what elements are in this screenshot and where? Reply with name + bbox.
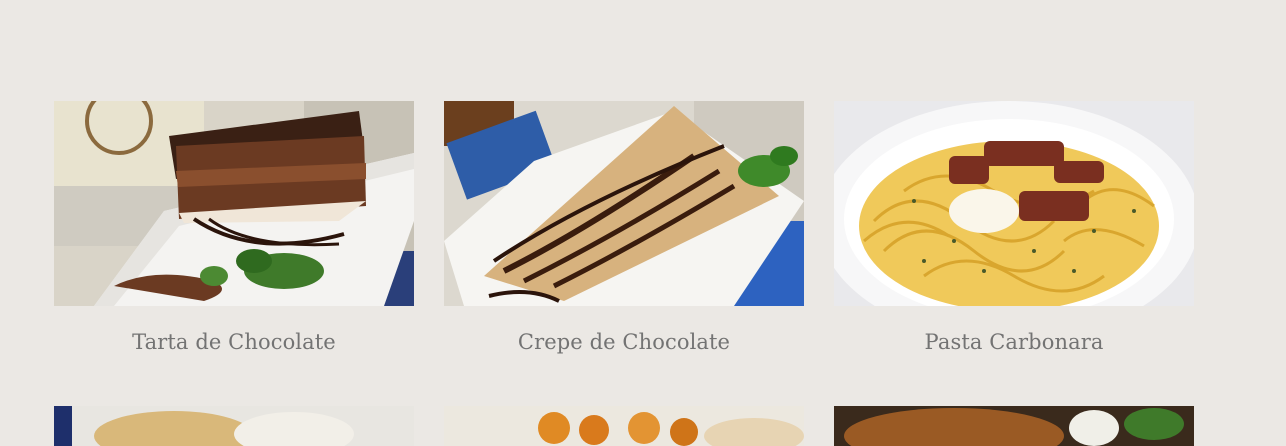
dish-title[interactable]: Pasta Carbonara [834, 306, 1194, 406]
menu-card[interactable] [54, 406, 414, 446]
dish-photo[interactable] [444, 406, 804, 446]
menu-card[interactable]: Crepe de Chocolate [444, 101, 804, 406]
dish-photo[interactable] [54, 406, 414, 446]
menu-card[interactable] [444, 406, 804, 446]
dish-photo[interactable] [834, 101, 1194, 306]
menu-card[interactable] [834, 406, 1194, 446]
dish-photo[interactable] [444, 101, 804, 306]
menu-grid: Tarta de Chocolate Crepe de Chocolate Pa… [54, 101, 1194, 446]
dish-photo[interactable] [54, 101, 414, 306]
menu-card[interactable]: Tarta de Chocolate [54, 101, 414, 406]
dish-title[interactable]: Crepe de Chocolate [444, 306, 804, 406]
menu-card[interactable]: Pasta Carbonara [834, 101, 1194, 406]
dish-photo[interactable] [834, 406, 1194, 446]
dish-title[interactable]: Tarta de Chocolate [54, 306, 414, 406]
